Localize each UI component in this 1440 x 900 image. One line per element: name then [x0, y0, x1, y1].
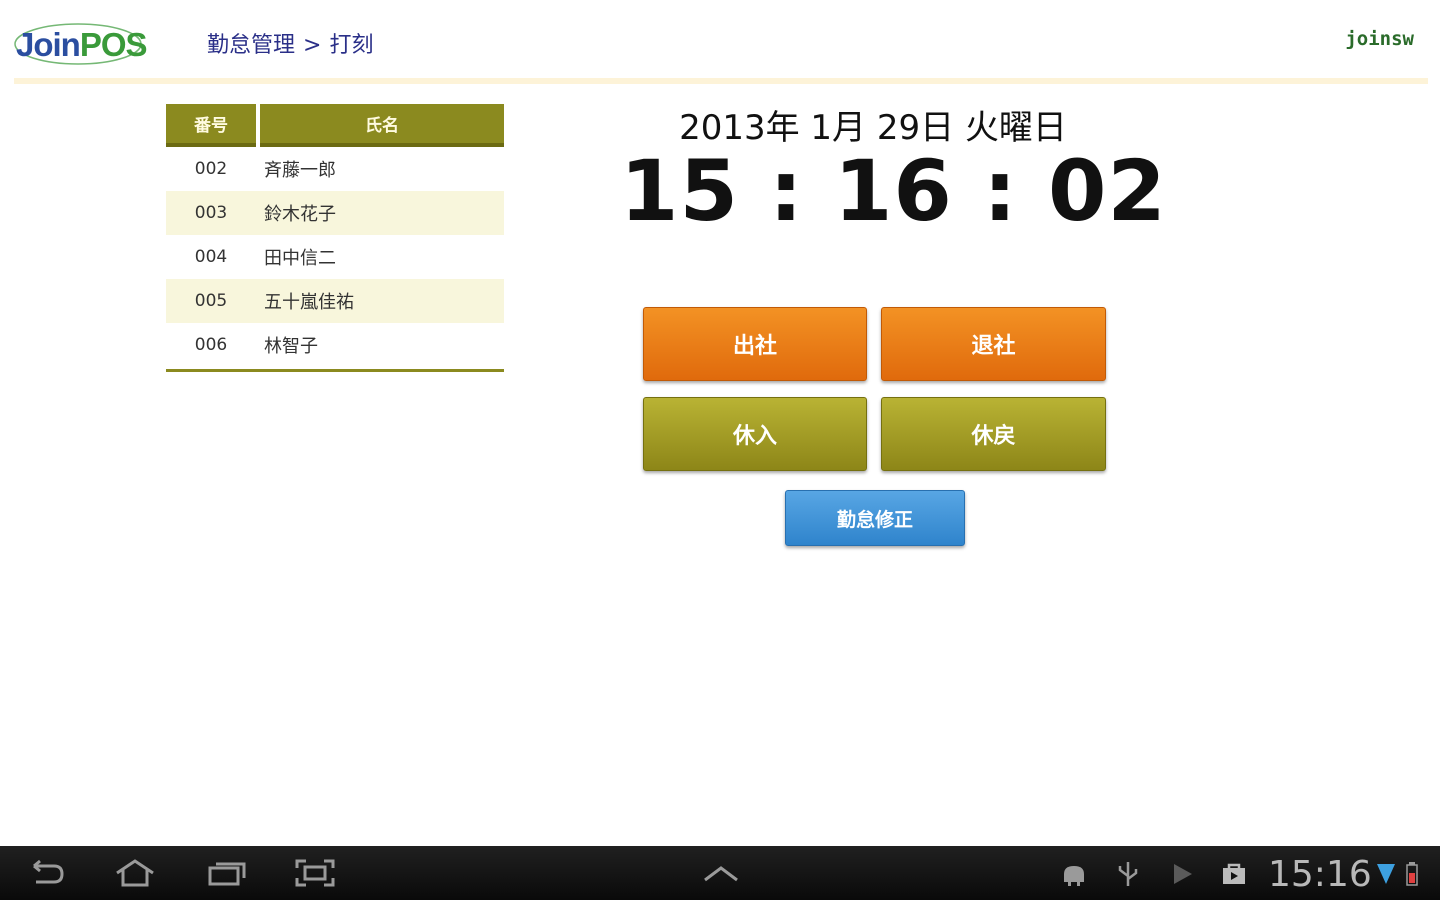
table-row[interactable]: 003 鈴木花子: [166, 191, 504, 235]
system-clock[interactable]: 15:16: [1268, 854, 1372, 895]
android-debug-icon: [1060, 860, 1088, 888]
column-header-name: 氏名: [260, 104, 504, 147]
employee-name: 斉藤一郎: [264, 160, 336, 181]
column-header-number: 番号: [166, 104, 256, 147]
employee-number: 005: [194, 291, 228, 311]
table-bottom-rule: [166, 369, 504, 372]
employee-name: 林智子: [264, 336, 318, 357]
user-name: joinsw: [1345, 28, 1414, 50]
joinpos-logo[interactable]: JoinPOS: [12, 18, 148, 68]
table-row[interactable]: 002 斉藤一郎: [166, 147, 504, 191]
app-screen: JoinPOS 勤怠管理 > 打刻 joinsw 番号 氏名 002 斉藤一郎 00…: [0, 0, 1440, 900]
table-row[interactable]: 006 林智子: [166, 323, 504, 367]
battery-icon[interactable]: [1404, 860, 1420, 888]
chevron-up-icon[interactable]: [700, 858, 742, 888]
attendance-edit-button[interactable]: 勤怠修正: [785, 490, 965, 546]
table-row[interactable]: 004 田中信二: [166, 235, 504, 279]
system-navigation-bar: 15:16: [0, 846, 1440, 900]
employee-number: 002: [194, 159, 228, 179]
logo-pos-text: POS: [79, 26, 148, 63]
logo-join-text: Join: [16, 26, 81, 63]
breadcrumb-separator: >: [303, 33, 322, 58]
breadcrumb: 勤怠管理 > 打刻: [207, 27, 373, 59]
wifi-icon[interactable]: [1376, 860, 1396, 888]
usb-icon: [1114, 860, 1142, 888]
breadcrumb-current: 打刻: [329, 33, 374, 58]
shop-icon: [1220, 860, 1248, 888]
clock-in-button[interactable]: 出社: [643, 307, 867, 381]
play-icon: [1168, 860, 1196, 888]
screenshot-icon[interactable]: [294, 858, 336, 888]
recent-apps-icon[interactable]: [206, 858, 248, 888]
home-icon[interactable]: [114, 858, 156, 888]
break-start-button[interactable]: 休入: [643, 397, 867, 471]
employee-number: 004: [194, 247, 228, 267]
app-header: JoinPOS 勤怠管理 > 打刻 joinsw: [0, 0, 1440, 84]
employee-name: 田中信二: [264, 248, 336, 269]
back-icon[interactable]: [26, 858, 68, 888]
header-divider: [14, 78, 1428, 84]
employee-name: 五十嵐佳祐: [264, 292, 354, 313]
employee-number: 003: [194, 203, 228, 223]
break-end-button[interactable]: 休戻: [881, 397, 1106, 471]
table-row[interactable]: 005 五十嵐佳祐: [166, 279, 504, 323]
table-header: 番号 氏名: [166, 104, 504, 147]
employee-table: 番号 氏名 002 斉藤一郎 003 鈴木花子 004 田中信二 005 五十嵐…: [166, 104, 504, 372]
employee-name: 鈴木花子: [264, 204, 336, 225]
clock-out-button[interactable]: 退社: [881, 307, 1106, 381]
employee-number: 006: [194, 335, 228, 355]
current-time: 15 : 16 : 02: [620, 142, 1167, 240]
breadcrumb-section[interactable]: 勤怠管理: [207, 33, 295, 58]
